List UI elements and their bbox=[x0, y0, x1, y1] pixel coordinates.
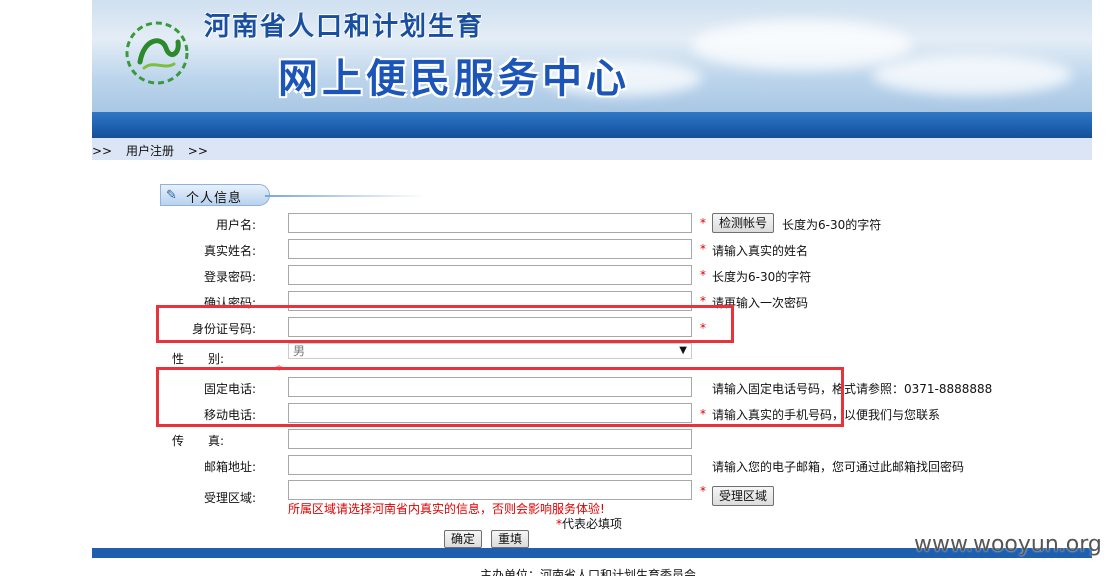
dropdown-arrow-icon: ▼ bbox=[679, 345, 687, 356]
required-note: *代表必填项 bbox=[556, 515, 622, 532]
check-account-button[interactable]: 检测帐号 bbox=[712, 213, 775, 233]
region-select-button[interactable]: 受理区域 bbox=[712, 486, 775, 506]
gender-select[interactable]: 男 ▼ bbox=[288, 343, 692, 359]
breadcrumb-prefix: >> bbox=[92, 144, 113, 158]
required-mark: * bbox=[700, 242, 706, 256]
highlight-box-phones bbox=[156, 367, 844, 427]
region-label: 受理区域: bbox=[203, 491, 256, 505]
realname-input[interactable] bbox=[288, 239, 692, 259]
cloud-decoration bbox=[692, 20, 912, 70]
email-label: 邮箱地址: bbox=[203, 460, 256, 474]
realname-label: 真实姓名: bbox=[203, 244, 256, 258]
fax-input[interactable] bbox=[288, 429, 692, 449]
site-banner: 河南省人口和计划生育 网上便民服务中心 bbox=[92, 0, 1092, 112]
section-header: ✎ 个人信息 bbox=[160, 180, 425, 206]
gender-selected: 男 bbox=[293, 344, 306, 358]
breadcrumb-current[interactable]: 用户注册 bbox=[126, 144, 174, 158]
footer-text: 主办单位：河南省人口和计划生育委员会 bbox=[480, 568, 697, 576]
confirm-button[interactable]: 确定 bbox=[444, 530, 483, 548]
cloud-decoration bbox=[872, 55, 1072, 95]
password-input[interactable] bbox=[288, 265, 692, 285]
logo-icon bbox=[125, 21, 189, 85]
required-note-text: 代表必填项 bbox=[562, 517, 623, 531]
fax-label: 传 真: bbox=[172, 434, 225, 448]
email-hint: 请输入您的电子邮箱，您可通过此邮箱找回密码 bbox=[712, 460, 965, 474]
password-label: 登录密码: bbox=[203, 270, 256, 284]
nav-bar bbox=[92, 112, 1092, 138]
password-hint: 长度为6-30的字符 bbox=[712, 270, 812, 284]
banner-title-line2: 网上便民服务中心 bbox=[278, 55, 630, 102]
required-mark: * bbox=[700, 216, 706, 230]
gender-label: 性 别: bbox=[172, 352, 225, 366]
highlight-box-id-number bbox=[156, 305, 734, 343]
email-input[interactable] bbox=[288, 455, 692, 475]
region-input[interactable] bbox=[288, 480, 692, 500]
breadcrumb: >> 用户注册 >> bbox=[92, 138, 1092, 160]
username-input[interactable] bbox=[288, 213, 692, 233]
required-mark: * bbox=[700, 268, 706, 282]
username-hint: 长度为6-30的字符 bbox=[782, 218, 882, 232]
pencil-icon: ✎ bbox=[166, 188, 177, 203]
username-label: 用户名: bbox=[215, 218, 256, 232]
breadcrumb-suffix: >> bbox=[187, 144, 208, 158]
section-divider bbox=[265, 195, 425, 197]
watermark: www.wooyun.org bbox=[914, 532, 1102, 557]
section-title: 个人信息 bbox=[186, 191, 243, 206]
banner-title-line1: 河南省人口和计划生育 bbox=[204, 12, 485, 42]
realname-hint: 请输入真实的姓名 bbox=[712, 244, 809, 258]
reset-button[interactable]: 重填 bbox=[491, 530, 530, 548]
required-mark: * bbox=[700, 484, 706, 498]
